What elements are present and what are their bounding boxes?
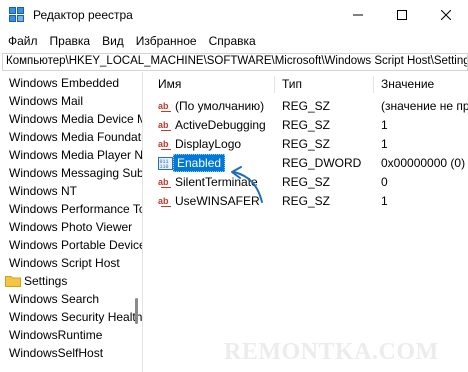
address-path: Компьютер\HKEY_LOCAL_MACHINE\SOFTWARE\Mi… xyxy=(6,55,468,67)
minimize-icon xyxy=(353,14,363,16)
value-data: 0 xyxy=(381,175,388,189)
tree-item-label: Windows Script Host xyxy=(9,256,120,270)
value-row[interactable]: ab UseWINSAFER REG_SZ 1 xyxy=(146,192,468,211)
value-name: ActiveDebugging xyxy=(175,118,266,132)
tree-item-label: Windows NT xyxy=(9,184,78,198)
menu-edit[interactable]: Правка xyxy=(44,34,97,48)
close-icon xyxy=(441,10,451,20)
tree-item-windows-performance[interactable]: Windows Performance Toolkit xyxy=(0,200,142,218)
minimize-button[interactable] xyxy=(336,0,380,30)
tree-item-label: Windows Messaging Subsystem xyxy=(9,166,142,180)
maximize-button[interactable] xyxy=(380,0,424,30)
tree-item-label: Settings xyxy=(24,274,68,288)
value-row[interactable]: ab ActiveDebugging REG_SZ 1 xyxy=(146,116,468,135)
tree-item-windows-mail[interactable]: Windows Mail xyxy=(0,92,142,110)
watermark: REMONTKA.COM xyxy=(224,339,439,365)
tree-item-label: Windows Mail xyxy=(9,94,84,108)
tree-item-label: Windows Search xyxy=(9,292,100,306)
close-button[interactable] xyxy=(424,0,468,30)
tree-item-windows-messaging[interactable]: Windows Messaging Subsystem xyxy=(0,164,142,182)
value-row[interactable]: ab SilentTerminate REG_SZ 0 xyxy=(146,173,468,192)
window-title: Редактор реестра xyxy=(33,8,133,22)
tree-item-label: Windows Security Health xyxy=(9,310,143,324)
menu-file[interactable]: Файл xyxy=(0,34,44,48)
value-data: 0x00000000 (0) xyxy=(381,156,466,170)
value-data: 1 xyxy=(381,194,388,208)
tree-scrollbar[interactable] xyxy=(135,298,138,324)
tree-item-windows-portable-devices[interactable]: Windows Portable Devices xyxy=(0,236,143,254)
column-divider[interactable] xyxy=(274,76,275,93)
tree-item-label: Windows Portable Devices xyxy=(9,238,143,252)
value-data: (значение не присвоено) xyxy=(381,99,468,113)
value-type: REG_SZ xyxy=(282,99,331,113)
value-name: UseWINSAFER xyxy=(175,194,260,208)
tree-item-windowsruntime[interactable]: WindowsRuntime xyxy=(0,326,142,344)
tree-item-windows-photo-viewer[interactable]: Windows Photo Viewer xyxy=(0,218,142,236)
tree-item-label: Windows Performance Toolkit xyxy=(9,202,142,216)
string-value-icon: ab xyxy=(158,177,171,188)
string-value-icon: ab xyxy=(158,139,171,150)
dword-value-icon: 011 110 xyxy=(158,157,173,170)
string-value-icon: ab xyxy=(158,196,171,207)
svg-text:ab: ab xyxy=(158,120,169,130)
column-divider[interactable] xyxy=(373,76,374,93)
tree-item-label: Windows Media Device Manager xyxy=(9,112,142,126)
value-data: 1 xyxy=(381,137,388,151)
tree-item-settings[interactable]: Settings xyxy=(0,272,142,290)
tree-item-windows-media-device[interactable]: Windows Media Device Manager xyxy=(0,110,142,128)
svg-text:ab: ab xyxy=(158,101,169,111)
tree-item-windows-media-foundation[interactable]: Windows Media Foundation xyxy=(0,128,143,146)
tree-item-windows-embedded[interactable]: Windows Embedded xyxy=(0,74,142,92)
column-header-name[interactable]: Имя xyxy=(158,72,181,97)
value-name: SilentTerminate xyxy=(175,175,258,189)
value-data: 1 xyxy=(381,118,388,132)
value-type: REG_SZ xyxy=(282,118,331,132)
svg-text:110: 110 xyxy=(160,164,169,170)
string-value-icon: ab xyxy=(158,120,171,131)
tree-item-label: WindowsRuntime xyxy=(9,328,103,342)
title-bar: Редактор реестра xyxy=(0,0,468,30)
value-type: REG_SZ xyxy=(282,194,331,208)
menu-favorites[interactable]: Избранное xyxy=(130,34,203,48)
menu-help[interactable]: Справка xyxy=(203,34,262,48)
string-value-icon: ab xyxy=(158,101,171,112)
tree-item-label: Windows Media Player NSS xyxy=(9,148,143,162)
column-header-value[interactable]: Значение xyxy=(381,72,434,97)
value-name: Enabled xyxy=(173,154,226,172)
value-row[interactable]: ab DisplayLogo REG_SZ 1 xyxy=(146,135,468,154)
menu-bar: Файл Правка Вид Избранное Справка xyxy=(0,30,468,52)
maximize-icon xyxy=(397,10,407,20)
value-name: DisplayLogo xyxy=(175,137,242,151)
value-type: REG_DWORD xyxy=(282,156,362,170)
value-row[interactable]: ab (По умолчанию) REG_SZ (значение не пр… xyxy=(146,97,468,116)
folder-icon xyxy=(5,276,21,287)
tree-item-windows-search[interactable]: Windows Search xyxy=(0,290,142,308)
address-bar[interactable]: Компьютер\HKEY_LOCAL_MACHINE\SOFTWARE\Mi… xyxy=(2,53,468,71)
tree-item-windows-security-health[interactable]: Windows Security Health xyxy=(0,308,143,326)
svg-text:ab: ab xyxy=(158,177,169,187)
tree-item-label: Windows Photo Viewer xyxy=(9,220,133,234)
tree-item-label: WindowsSelfHost xyxy=(9,346,104,360)
value-name: (По умолчанию) xyxy=(175,99,265,113)
values-list[interactable]: Имя Тип Значение ab (По умолчанию) REG_S… xyxy=(146,72,468,372)
value-row-selected[interactable]: 011 110 Enabled REG_DWORD 0x00000000 (0) xyxy=(146,154,468,173)
svg-text:ab: ab xyxy=(158,196,169,206)
tree-item-windowsselfhost[interactable]: WindowsSelfHost xyxy=(0,344,142,362)
column-header-type[interactable]: Тип xyxy=(282,72,302,97)
tree-item-label: Windows Embedded xyxy=(9,76,120,90)
registry-editor-icon xyxy=(9,7,24,22)
tree-item-windows-script-host[interactable]: Windows Script Host xyxy=(0,254,142,272)
tree-item-windows-media-player[interactable]: Windows Media Player NSS xyxy=(0,146,143,164)
value-type: REG_SZ xyxy=(282,175,331,189)
tree-item-windows-nt[interactable]: Windows NT xyxy=(0,182,142,200)
tree-pane[interactable]: Windows Embedded Windows Mail Windows Me… xyxy=(0,72,143,372)
value-type: REG_SZ xyxy=(282,137,331,151)
tree-item-label: Windows Media Foundation xyxy=(9,130,143,144)
menu-view[interactable]: Вид xyxy=(96,34,130,48)
svg-text:ab: ab xyxy=(158,139,169,149)
